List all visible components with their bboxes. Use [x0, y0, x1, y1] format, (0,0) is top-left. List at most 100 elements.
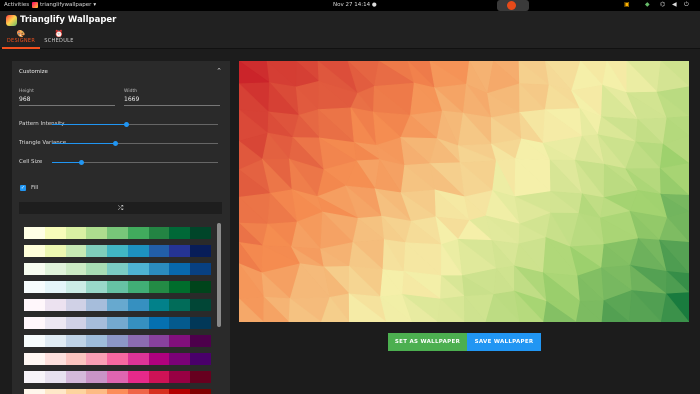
check-icon: ✓ [20, 185, 26, 191]
palette-swatch [44, 317, 66, 329]
clock-label: Nov 27 14:14 [333, 2, 371, 8]
palette-swatch [190, 335, 212, 347]
palette-option[interactable] [24, 245, 212, 257]
slider-fill [52, 162, 82, 163]
save-wallpaper-button[interactable]: SAVE WALLPAPER [467, 333, 541, 351]
width-input-underline [124, 105, 220, 106]
app-header: Trianglify Wallpaper 🎨 DESIGNER ⏰ SCHEDU… [0, 11, 700, 49]
notification-dot-icon: ● [371, 2, 377, 8]
palette-swatch [169, 245, 191, 257]
palette-swatch [169, 371, 191, 383]
system-top-bar: Activities trianglifywallpaper ▾ Nov 27 … [0, 0, 700, 11]
palette-swatch [127, 281, 149, 293]
palette-swatch [86, 281, 108, 293]
palette-option[interactable] [24, 281, 212, 293]
app-title: Trianglify Wallpaper [20, 15, 117, 25]
palette-swatch [44, 389, 66, 394]
palette-swatch [148, 335, 170, 347]
palette-swatch [107, 281, 128, 293]
activities-button[interactable]: Activities [4, 2, 29, 8]
fill-checkbox[interactable]: ✓ [20, 185, 26, 191]
shuffle-icon: ⤮ [117, 204, 124, 212]
slider-thumb[interactable] [124, 122, 130, 127]
power-icon[interactable]: ⏻ [684, 1, 689, 9]
palette-swatch [148, 353, 170, 365]
palette-swatch [169, 335, 191, 347]
palette-swatch [190, 371, 212, 383]
package-icon[interactable]: ▣ [624, 1, 630, 8]
width-input[interactable]: 1669 [124, 96, 139, 103]
palette-swatch [24, 263, 45, 275]
palette-swatch [148, 245, 170, 257]
palette-swatch [169, 263, 191, 275]
palette-option[interactable] [24, 227, 212, 239]
height-label: Height [19, 89, 34, 94]
palette-option[interactable] [24, 389, 212, 394]
palette-swatch [127, 299, 149, 311]
palette-swatch [127, 353, 149, 365]
palette-swatch [107, 299, 128, 311]
palette-swatch [44, 335, 66, 347]
palette-option[interactable] [24, 317, 212, 329]
palette-option[interactable] [24, 335, 212, 347]
cell-size-slider[interactable] [52, 160, 218, 165]
palette-option[interactable] [24, 299, 212, 311]
width-label: Width [124, 89, 138, 94]
palette-swatch [107, 263, 128, 275]
palette-swatch [127, 389, 149, 394]
palette-swatch [107, 353, 128, 365]
palette-swatch [190, 353, 212, 365]
tab-designer[interactable]: 🎨 DESIGNER [2, 30, 40, 49]
palette-swatch [107, 371, 128, 383]
slider-thumb[interactable] [112, 141, 118, 146]
palette-swatch [127, 317, 149, 329]
palette-option[interactable] [24, 263, 212, 275]
palette-swatch [65, 371, 87, 383]
tab-designer-label: DESIGNER [6, 38, 36, 44]
height-input[interactable]: 968 [19, 96, 30, 103]
chevron-up-icon[interactable]: ⌃ [216, 67, 222, 75]
palette-swatch [86, 317, 108, 329]
palette-swatch [127, 335, 149, 347]
palette-swatch [65, 245, 87, 257]
palette-swatch [127, 371, 149, 383]
palette-swatch [44, 263, 66, 275]
volume-icon[interactable]: ◀ [672, 1, 677, 8]
palette-swatch [169, 317, 191, 329]
palette-swatch [127, 245, 149, 257]
screen-recorder-indicator[interactable] [497, 0, 529, 11]
triangle-variance-slider[interactable] [52, 141, 218, 146]
shuffle-button[interactable]: ⤮ [19, 202, 222, 214]
palette-swatch [86, 227, 108, 239]
slider-fill [52, 124, 127, 125]
palette-swatch [148, 281, 170, 293]
palette-swatch [107, 389, 128, 394]
palette-scrollbar[interactable] [217, 223, 221, 327]
palette-option[interactable] [24, 353, 212, 365]
palette-swatch [24, 245, 45, 257]
palette-swatch [148, 263, 170, 275]
palette-swatch [127, 227, 149, 239]
customize-heading[interactable]: Customize [19, 69, 48, 75]
palette-swatch [190, 317, 212, 329]
tab-schedule[interactable]: ⏰ SCHEDULE [40, 30, 78, 49]
palette-swatch [24, 281, 45, 293]
pattern-intensity-slider[interactable] [52, 122, 218, 127]
app-logo [6, 15, 17, 26]
app-menu[interactable]: trianglifywallpaper ▾ [32, 2, 96, 8]
palette-swatch [86, 245, 108, 257]
palette-swatch [169, 389, 191, 394]
palette-option[interactable] [24, 371, 212, 383]
palette-swatch [190, 227, 212, 239]
palette-swatch [44, 281, 66, 293]
palette-list [24, 227, 212, 394]
network-icon[interactable]: ⌬ [660, 1, 665, 8]
clock[interactable]: Nov 27 14:14 ● [333, 2, 377, 8]
palette-swatch [44, 371, 66, 383]
shield-icon[interactable]: ◆ [645, 1, 650, 8]
slider-thumb[interactable] [79, 160, 85, 165]
palette-swatch [148, 371, 170, 383]
set-as-wallpaper-button[interactable]: SET AS WALLPAPER [388, 333, 467, 351]
tab-schedule-label: SCHEDULE [44, 38, 74, 44]
palette-swatch [148, 317, 170, 329]
